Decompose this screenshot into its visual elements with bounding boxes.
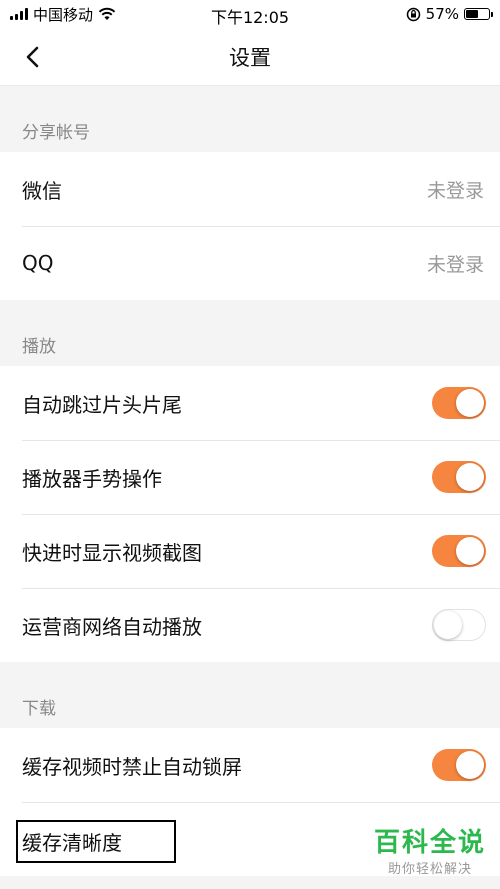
status-left: 中国移动 (10, 4, 116, 25)
section-header: 下载 (22, 699, 56, 719)
watermark-subtitle: 助你轻松解决 (387, 862, 472, 877)
section-share-accounts: 分享帐号 微信 未登录 QQ 未登录 (0, 86, 500, 300)
toggle-switch[interactable] (432, 749, 486, 781)
battery-icon (464, 8, 493, 20)
settings-group: 自动跳过片头片尾 播放器手势操作 快进时显示视频截图 运营商网络自动播放 (0, 366, 500, 662)
signal-icon (10, 8, 28, 20)
cache-quality-label: 缓存清晰度 (22, 831, 122, 855)
row-skip-intro-outro: 自动跳过片头片尾 (0, 366, 500, 440)
row-label: 快进时显示视频截图 (22, 540, 202, 565)
status-bar: 中国移动 下午12:05 57% (0, 0, 500, 28)
toggle-switch[interactable] (432, 535, 486, 567)
toggle-switch[interactable] (432, 387, 486, 419)
page-title: 设置 (229, 45, 271, 70)
watermark: 百科全说 助你轻松解决 (374, 828, 486, 877)
orientation-lock-icon (406, 7, 420, 21)
section-header: 分享帐号 (22, 123, 90, 143)
back-arrow-icon[interactable] (18, 42, 48, 72)
section-playback: 播放 自动跳过片头片尾 播放器手势操作 快进时显示视频截图 运营商网络自动播放 (0, 300, 500, 662)
row-label: QQ (22, 251, 54, 275)
row-qq[interactable]: QQ 未登录 (0, 226, 500, 300)
toggle-switch[interactable] (432, 461, 486, 493)
row-prevent-autolock: 缓存视频时禁止自动锁屏 (0, 728, 500, 802)
row-label: 播放器手势操作 (22, 466, 162, 491)
row-label: 微信 (22, 178, 62, 203)
highlight-annotation: 缓存清晰度 (16, 820, 176, 863)
row-label: 自动跳过片头片尾 (22, 392, 182, 417)
watermark-title: 百科全说 (373, 828, 486, 858)
nav-bar: 设置 (0, 28, 500, 86)
status-right: 57% (406, 5, 493, 23)
toggle-switch[interactable] (432, 609, 486, 641)
row-label: 运营商网络自动播放 (22, 614, 202, 639)
section-header: 播放 (22, 337, 56, 357)
wifi-icon (98, 7, 116, 20)
carrier-label: 中国移动 (33, 5, 94, 24)
row-label: 缓存视频时禁止自动锁屏 (22, 754, 242, 779)
battery-percent: 57% (425, 5, 459, 23)
settings-group: 微信 未登录 QQ 未登录 (0, 152, 500, 300)
row-cellular-autoplay: 运营商网络自动播放 (0, 588, 500, 662)
login-status: 未登录 (426, 253, 484, 276)
login-status: 未登录 (426, 179, 484, 202)
row-gesture-control: 播放器手势操作 (0, 440, 500, 514)
row-seek-thumbnail: 快进时显示视频截图 (0, 514, 500, 588)
row-wechat[interactable]: 微信 未登录 (0, 152, 500, 226)
